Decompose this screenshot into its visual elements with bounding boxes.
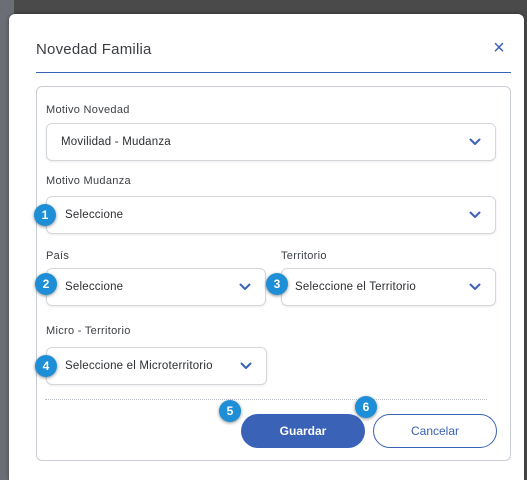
motivo-novedad-value: Movilidad - Mudanza <box>61 136 171 148</box>
step-badge-6: 6 <box>355 396 377 418</box>
motivo-novedad-label: Motivo Novedad <box>46 104 130 116</box>
step-badge-2: 2 <box>35 273 57 295</box>
footer-divider <box>45 399 487 400</box>
motivo-mudanza-label: Motivo Mudanza <box>46 175 131 187</box>
motivo-novedad-select[interactable]: Movilidad - Mudanza <box>46 123 496 161</box>
territorio-select[interactable]: Seleccione el Territorio <box>281 268 496 306</box>
pais-label: País <box>46 250 70 262</box>
chevron-down-icon <box>469 211 481 218</box>
territorio-value: Seleccione el Territorio <box>295 281 416 293</box>
chevron-down-icon <box>240 362 252 369</box>
guardar-button[interactable]: Guardar <box>241 414 365 448</box>
chevron-down-icon <box>469 138 481 145</box>
territorio-label: Territorio <box>281 250 327 262</box>
motivo-mudanza-value: Seleccione <box>65 209 124 221</box>
step-badge-1: 1 <box>34 204 56 226</box>
step-badge-5: 5 <box>219 400 241 422</box>
title-divider <box>36 72 511 73</box>
micro-territorio-value: Seleccione el Microterritorio <box>65 360 213 372</box>
close-icon[interactable]: × <box>487 36 511 60</box>
step-badge-4: 4 <box>35 355 57 377</box>
pais-select[interactable]: Seleccione <box>46 268 266 306</box>
novedad-familia-modal: Novedad Familia × <box>9 14 524 480</box>
motivo-mudanza-select[interactable]: Seleccione <box>46 196 496 234</box>
chevron-down-icon <box>239 283 251 290</box>
pais-value: Seleccione <box>65 281 124 293</box>
cancelar-button[interactable]: Cancelar <box>373 414 497 448</box>
chevron-down-icon <box>469 283 481 290</box>
modal-title: Novedad Familia <box>36 41 152 58</box>
micro-territorio-select[interactable]: Seleccione el Microterritorio <box>46 347 267 385</box>
step-badge-3: 3 <box>266 273 288 295</box>
micro-territorio-label: Micro - Territorio <box>46 325 131 337</box>
